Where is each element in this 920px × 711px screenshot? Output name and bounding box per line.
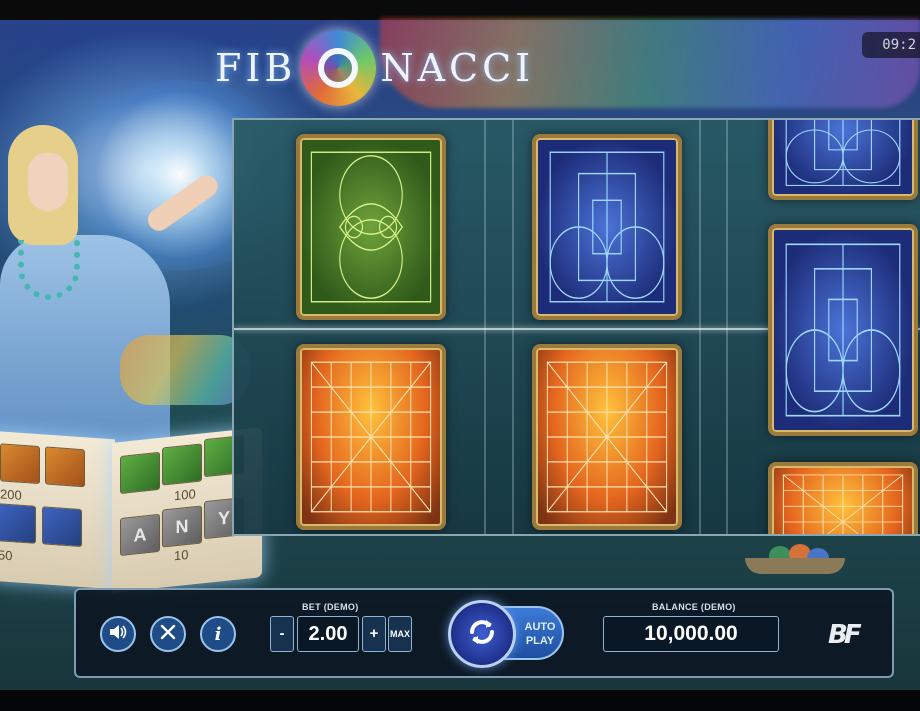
book-blue-symbol: [42, 506, 82, 548]
book-left-payout-2: 50: [0, 547, 13, 564]
book-blue-symbol: [0, 503, 36, 544]
top-bar: [0, 0, 920, 20]
spin-button[interactable]: [448, 600, 516, 668]
bet-decrease-button[interactable]: -: [270, 616, 294, 652]
reel-symbol-blue: [532, 134, 682, 320]
settings-button[interactable]: [150, 616, 186, 652]
sound-button[interactable]: [100, 616, 136, 652]
brand-logo: BF: [828, 620, 862, 650]
balance-label: BALANCE (DEMO): [652, 602, 736, 612]
reel-separator: [699, 120, 701, 534]
book-right-payout: 100: [174, 486, 196, 504]
game-stage: 09:2 FIB NACCI 200 50 100 A N Y 10 i BET…: [0, 0, 920, 711]
book-green-symbol: [162, 443, 202, 486]
reel-separator: [512, 120, 514, 534]
reel-symbol-blue: [768, 224, 918, 436]
logo-text-left: FIB: [215, 46, 297, 90]
book-orange-symbol: [45, 446, 85, 488]
bowl-of-eggs: [745, 540, 845, 578]
rainbow-fabric: [120, 335, 250, 405]
refresh-arrows-icon: [464, 614, 500, 655]
reel-symbol-blue: [768, 120, 918, 200]
character-face: [28, 153, 68, 211]
balance-value: 10,000.00: [603, 616, 779, 652]
fortune-teller-character: [0, 125, 240, 465]
bowl-dish: [745, 558, 845, 574]
reel-symbol-green: [296, 134, 446, 320]
reel-symbol-orange: [532, 344, 682, 530]
info-icon: i: [214, 623, 222, 645]
reel-area: [232, 118, 920, 536]
bet-max-button[interactable]: MAX: [388, 616, 412, 652]
bet-increase-button[interactable]: +: [362, 616, 386, 652]
control-panel: i BET (DEMO) - 2.00 + MAX AUTO PLAY BALA…: [74, 588, 894, 678]
book-left-page: 200 50: [0, 430, 115, 590]
book-letter-tile: A: [120, 513, 160, 557]
game-logo: FIB NACCI: [215, 28, 534, 108]
tools-icon: [159, 623, 177, 646]
bet-value: 2.00: [297, 616, 359, 652]
book-green-symbol: [120, 451, 160, 495]
info-button[interactable]: i: [200, 616, 236, 652]
character-necklace: [18, 240, 80, 300]
book-right-payout-2: 10: [174, 546, 189, 564]
bet-label: BET (DEMO): [302, 602, 359, 612]
character-arm: [143, 171, 222, 236]
logo-text-right: NACCI: [380, 46, 535, 90]
book-orange-symbol: [0, 443, 40, 485]
speaker-icon: [109, 624, 127, 645]
reel-separator: [726, 120, 728, 534]
book-letter-tile: N: [162, 505, 202, 548]
logo-medallion-icon: [300, 30, 377, 106]
reel-separator: [484, 120, 486, 534]
bottom-bar: [0, 690, 920, 711]
clock: 09:2: [862, 32, 920, 58]
book-left-payout: 200: [0, 486, 22, 503]
reel-symbol-orange: [296, 344, 446, 530]
reel-symbol-orange: [768, 462, 918, 534]
